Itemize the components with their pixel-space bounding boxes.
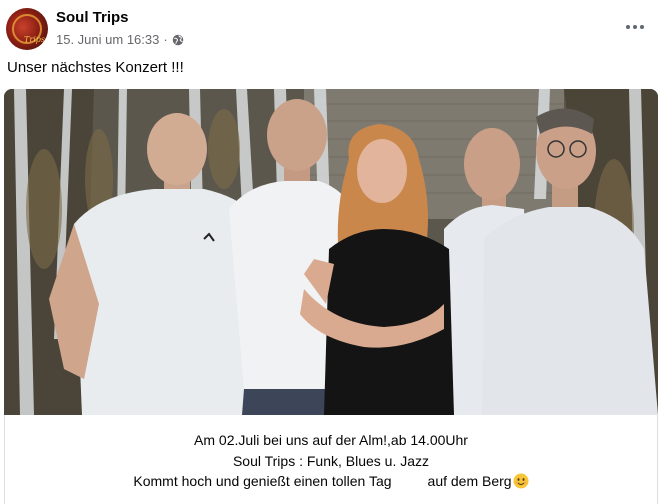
avatar-logo-lettering: Trips [24,35,45,44]
band-photo-illustration [4,89,658,415]
post-timestamp[interactable]: 15. Juni um 16:33 [56,32,159,47]
page-avatar[interactable]: Trips [6,8,48,50]
more-dot [640,25,644,29]
post-header: Trips Soul Trips 15. Juni um 16:33 · [0,0,667,56]
caption-invite-line: Kommt hoch und genießt einen tollen Tag a… [5,473,657,489]
caption-band-line: Soul Trips : Funk, Blues u. Jazz [232,453,430,469]
caption-date-line: Am 02.Juli bei uns auf der Alm!,ab 14.00… [194,432,468,448]
globe-icon[interactable] [172,34,184,46]
post-message: Unser nächstes Konzert !!! [7,59,184,76]
meta-separator: · [163,32,168,47]
page-name-link[interactable]: Soul Trips [56,9,129,26]
more-dot [626,25,630,29]
caption-location-text: auf dem Berg [427,473,512,489]
more-dot [633,25,637,29]
post-meta: 15. Juni um 16:33 · [56,32,184,47]
post-photo[interactable] [4,89,658,415]
more-options-button[interactable] [621,15,649,39]
caption-invite-text: Kommt hoch und genießt einen tollen Tag [133,473,392,489]
event-caption: Am 02.Juli bei uns auf der Alm!,ab 14.00… [4,415,658,504]
smiling-face-icon [513,473,529,489]
